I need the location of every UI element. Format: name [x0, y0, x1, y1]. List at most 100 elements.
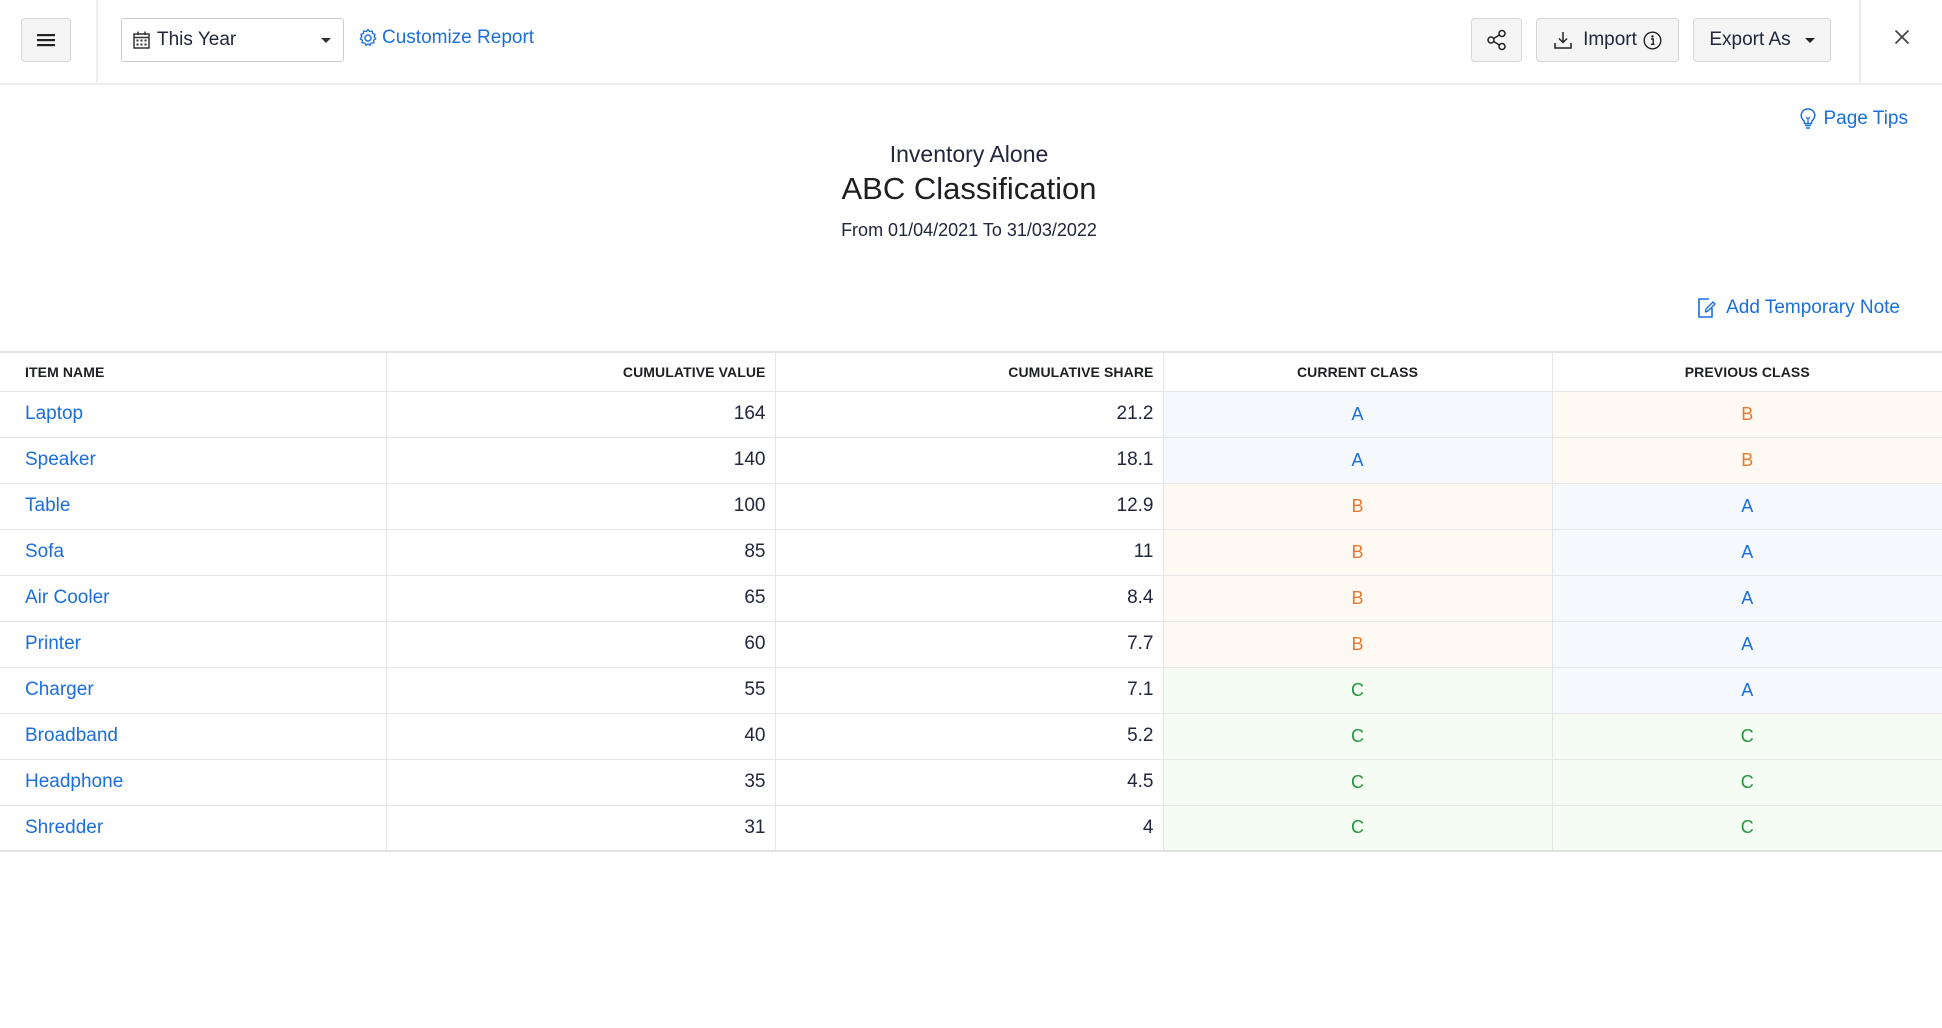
table-row: Broadband 40 5.2 C C [0, 712, 1942, 760]
period-selected-value: This Year [157, 29, 237, 50]
caret-down-icon [1804, 37, 1815, 43]
item-name-link[interactable]: Laptop [25, 403, 83, 424]
previous-class-cell: B [1551, 390, 1942, 438]
cumulative-value-cell: 65 [385, 574, 776, 622]
download-icon [1554, 32, 1572, 49]
previous-class-cell: A [1551, 528, 1942, 576]
cumulative-share-cell: 11 [774, 528, 1164, 576]
period-dropdown[interactable]: This Year [121, 18, 344, 62]
item-name-cell: Speaker [0, 436, 387, 484]
item-name-cell: Table [0, 482, 387, 530]
previous-class-cell: A [1551, 482, 1942, 530]
table-body: Laptop 164 21.2 A B Speaker 140 18.1 A B Table 100 1… [0, 390, 1942, 852]
item-name-cell: Laptop [0, 390, 387, 438]
current-class-cell: C [1162, 712, 1553, 760]
column-header-current-class[interactable]: CURRENT CLASS [1162, 351, 1553, 392]
cumulative-share-cell: 12.9 [774, 482, 1164, 530]
cumulative-share-cell: 8.4 [774, 574, 1164, 622]
table-row: Headphone 35 4.5 C C [0, 758, 1942, 806]
close-button[interactable] [1889, 24, 1915, 50]
table-row: Laptop 164 21.2 A B [0, 390, 1942, 438]
current-class-cell: C [1162, 666, 1553, 714]
toolbar-divider [1859, 0, 1861, 85]
current-class-cell: B [1162, 620, 1553, 668]
cumulative-value-cell: 100 [385, 482, 776, 530]
cumulative-share-cell: 5.2 [774, 712, 1164, 760]
column-header-item-name[interactable]: ITEM NAME [0, 351, 387, 392]
item-name-link[interactable]: Table [25, 495, 70, 516]
previous-class-cell: A [1551, 574, 1942, 622]
chevron-down-icon [321, 38, 331, 43]
previous-class-cell: A [1551, 620, 1942, 668]
cumulative-value-cell: 85 [385, 528, 776, 576]
page-tips-label: Page Tips [1823, 108, 1909, 129]
item-name-link[interactable]: Air Cooler [25, 587, 109, 608]
item-name-cell: Headphone [0, 758, 387, 806]
current-class-cell: B [1162, 528, 1553, 576]
cumulative-share-cell: 21.2 [774, 390, 1164, 438]
abc-classification-table: ITEM NAME CUMULATIVE VALUE CUMULATIVE SH… [0, 351, 1942, 852]
report-title: ABC Classification [841, 171, 1097, 206]
item-name-cell: Charger [0, 666, 387, 714]
customize-report-link[interactable]: Customize Report [358, 27, 534, 49]
current-class-cell: C [1162, 758, 1553, 806]
share-icon [1486, 29, 1506, 51]
cumulative-value-cell: 164 [385, 390, 776, 438]
report-toolbar: This Year Customize Report Import Export… [0, 0, 1942, 85]
add-temporary-note-label: Add Temporary Note [1726, 297, 1900, 318]
cumulative-value-cell: 55 [385, 666, 776, 714]
menu-button[interactable] [21, 18, 71, 62]
cumulative-share-cell: 18.1 [774, 436, 1164, 484]
share-button[interactable] [1471, 18, 1522, 62]
cumulative-share-cell: 7.7 [774, 620, 1164, 668]
item-name-link[interactable]: Broadband [25, 725, 118, 746]
item-name-link[interactable]: Speaker [25, 449, 96, 470]
cumulative-value-cell: 140 [385, 436, 776, 484]
table-row: Air Cooler 65 8.4 B A [0, 574, 1942, 622]
toolbar-divider [96, 0, 98, 85]
item-name-cell: Shredder [0, 804, 387, 852]
import-label: Import [1583, 29, 1637, 50]
item-name-link[interactable]: Shredder [25, 817, 103, 838]
cumulative-share-cell: 4.5 [774, 758, 1164, 806]
column-header-cumulative-value[interactable]: CUMULATIVE VALUE [385, 351, 776, 392]
calendar-icon [133, 31, 150, 49]
item-name-cell: Air Cooler [0, 574, 387, 622]
item-name-link[interactable]: Charger [25, 679, 94, 700]
cumulative-value-cell: 31 [385, 804, 776, 852]
item-name-link[interactable]: Printer [25, 633, 81, 654]
previous-class-cell: C [1551, 804, 1942, 852]
column-header-cumulative-share[interactable]: CUMULATIVE SHARE [774, 351, 1164, 392]
add-temporary-note-link[interactable]: Add Temporary Note [1697, 297, 1900, 319]
hamburger-icon [37, 34, 55, 47]
import-button[interactable]: Import [1536, 18, 1679, 62]
cumulative-share-cell: 4 [774, 804, 1164, 852]
current-class-cell: A [1162, 436, 1553, 484]
column-header-previous-class[interactable]: PREVIOUS CLASS [1551, 351, 1942, 392]
previous-class-cell: C [1551, 712, 1942, 760]
export-as-label: Export As [1709, 29, 1791, 50]
table-row: Sofa 85 11 B A [0, 528, 1942, 576]
organization-name: Inventory Alone [889, 141, 1049, 167]
cumulative-value-cell: 40 [385, 712, 776, 760]
export-as-dropdown[interactable]: Export As [1693, 18, 1831, 62]
customize-report-label: Customize Report [382, 27, 535, 48]
cumulative-value-cell: 35 [385, 758, 776, 806]
item-name-cell: Sofa [0, 528, 387, 576]
table-row: Charger 55 7.1 C A [0, 666, 1942, 714]
table-row: Shredder 31 4 C C [0, 804, 1942, 852]
report-date-range: From 01/04/2021 To 31/03/2022 [841, 220, 1097, 240]
current-class-cell: B [1162, 482, 1553, 530]
item-name-link[interactable]: Sofa [25, 541, 64, 562]
cumulative-value-cell: 60 [385, 620, 776, 668]
info-icon [1643, 30, 1662, 50]
previous-class-cell: C [1551, 758, 1942, 806]
page-tips-link[interactable]: Page Tips [1799, 108, 1909, 130]
table-header-row: ITEM NAME CUMULATIVE VALUE CUMULATIVE SH… [0, 351, 1942, 392]
item-name-link[interactable]: Headphone [25, 771, 123, 792]
previous-class-cell: B [1551, 436, 1942, 484]
close-icon [1894, 29, 1910, 45]
table-row: Printer 60 7.7 B A [0, 620, 1942, 668]
lightbulb-icon [1799, 108, 1816, 129]
edit-note-icon [1698, 298, 1716, 318]
